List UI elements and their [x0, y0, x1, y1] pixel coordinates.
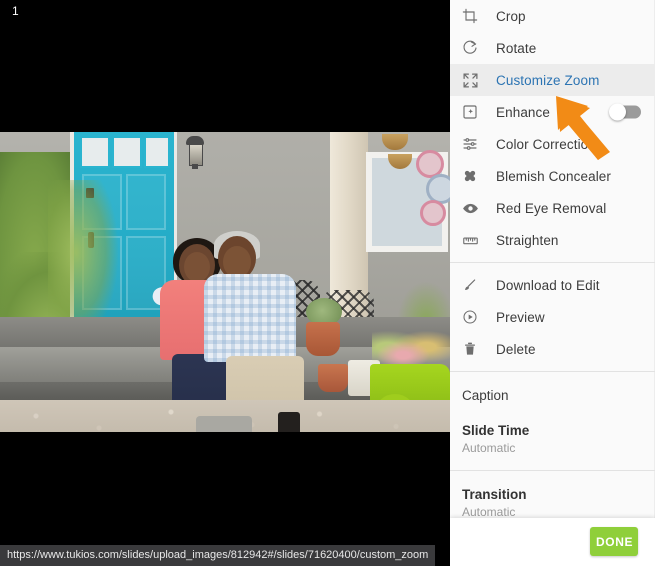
- photo-wall-plate: [420, 200, 446, 226]
- trash-icon: [462, 341, 496, 357]
- menu-item-crop[interactable]: Crop: [450, 0, 655, 32]
- door-pane: [80, 136, 110, 168]
- menu-item-download-to-edit[interactable]: Download to Edit: [450, 269, 655, 301]
- menu-item-label: Download to Edit: [496, 278, 655, 293]
- door-pane: [144, 136, 170, 168]
- menu-item-label: Customize Zoom: [496, 73, 655, 88]
- menu-item-label: Blemish Concealer: [496, 169, 655, 184]
- photo-woman-face: [184, 252, 210, 282]
- rotate-icon: [462, 40, 496, 56]
- toggle-knob: [609, 104, 626, 121]
- menu-item-blemish-concealer[interactable]: Blemish Concealer: [450, 160, 655, 192]
- menu-item-label: Color Correction: [496, 137, 655, 152]
- menu-item-label: Preview: [496, 310, 655, 325]
- menu-item-customize-zoom[interactable]: Customize Zoom: [450, 64, 655, 96]
- photo-terracotta-pot: [306, 322, 340, 356]
- crop-icon: [462, 8, 496, 24]
- menu-divider: [450, 262, 655, 263]
- field-label: Slide Time: [462, 421, 655, 440]
- door-pane: [112, 136, 142, 168]
- field-value: Automatic: [462, 440, 655, 456]
- app-root: 1: [0, 0, 655, 566]
- bandage-icon: [462, 168, 496, 184]
- edit-options-panel: Crop Rotate Customize: [450, 0, 655, 566]
- field-label: Caption: [462, 386, 655, 405]
- menu-item-preview[interactable]: Preview: [450, 301, 655, 333]
- field-slide-time[interactable]: Slide Time Automatic: [450, 413, 655, 464]
- menu-divider: [450, 470, 655, 471]
- enhance-toggle[interactable]: [611, 106, 641, 119]
- play-circle-icon: [462, 309, 496, 325]
- photo-man-checked-shirt: [204, 274, 296, 362]
- brush-icon: [462, 277, 496, 293]
- enhance-icon: [462, 104, 496, 120]
- slide-number: 1: [12, 4, 19, 18]
- photo-terracotta-pot: [318, 364, 348, 392]
- slide-photo[interactable]: [0, 132, 450, 432]
- menu-item-red-eye-removal[interactable]: Red Eye Removal: [450, 192, 655, 224]
- menu-item-label: Red Eye Removal: [496, 201, 655, 216]
- sliders-icon: [462, 136, 496, 152]
- expand-arrows-icon: [462, 72, 496, 89]
- panel-footer: DONE: [450, 518, 655, 566]
- field-label: Transition: [462, 485, 655, 504]
- field-caption[interactable]: Caption: [450, 378, 655, 413]
- menu-item-enhance[interactable]: Enhance: [450, 96, 655, 128]
- menu-item-straighten[interactable]: Straighten: [450, 224, 655, 256]
- eye-icon: [462, 200, 496, 217]
- menu-divider: [450, 371, 655, 372]
- edit-menu: Crop Rotate Customize: [450, 0, 655, 563]
- menu-item-label: Straighten: [496, 233, 655, 248]
- menu-item-rotate[interactable]: Rotate: [450, 32, 655, 64]
- ruler-icon: [462, 232, 496, 249]
- slide-preview[interactable]: 1: [0, 0, 450, 566]
- photo-man-sock: [278, 412, 300, 432]
- done-button[interactable]: DONE: [590, 527, 638, 556]
- menu-item-label: Crop: [496, 9, 655, 24]
- menu-item-label: Delete: [496, 342, 655, 357]
- photo-concrete-pad: [196, 416, 252, 432]
- menu-item-delete[interactable]: Delete: [450, 333, 655, 365]
- menu-item-color-correction[interactable]: Color Correction: [450, 128, 655, 160]
- photo-shrub-branches: [48, 180, 118, 340]
- door-panel: [126, 174, 166, 230]
- menu-item-label: Rotate: [496, 41, 655, 56]
- photo-wall-lantern: [186, 136, 204, 170]
- status-bar-url: https://www.tukios.com/slides/upload_ima…: [0, 545, 435, 566]
